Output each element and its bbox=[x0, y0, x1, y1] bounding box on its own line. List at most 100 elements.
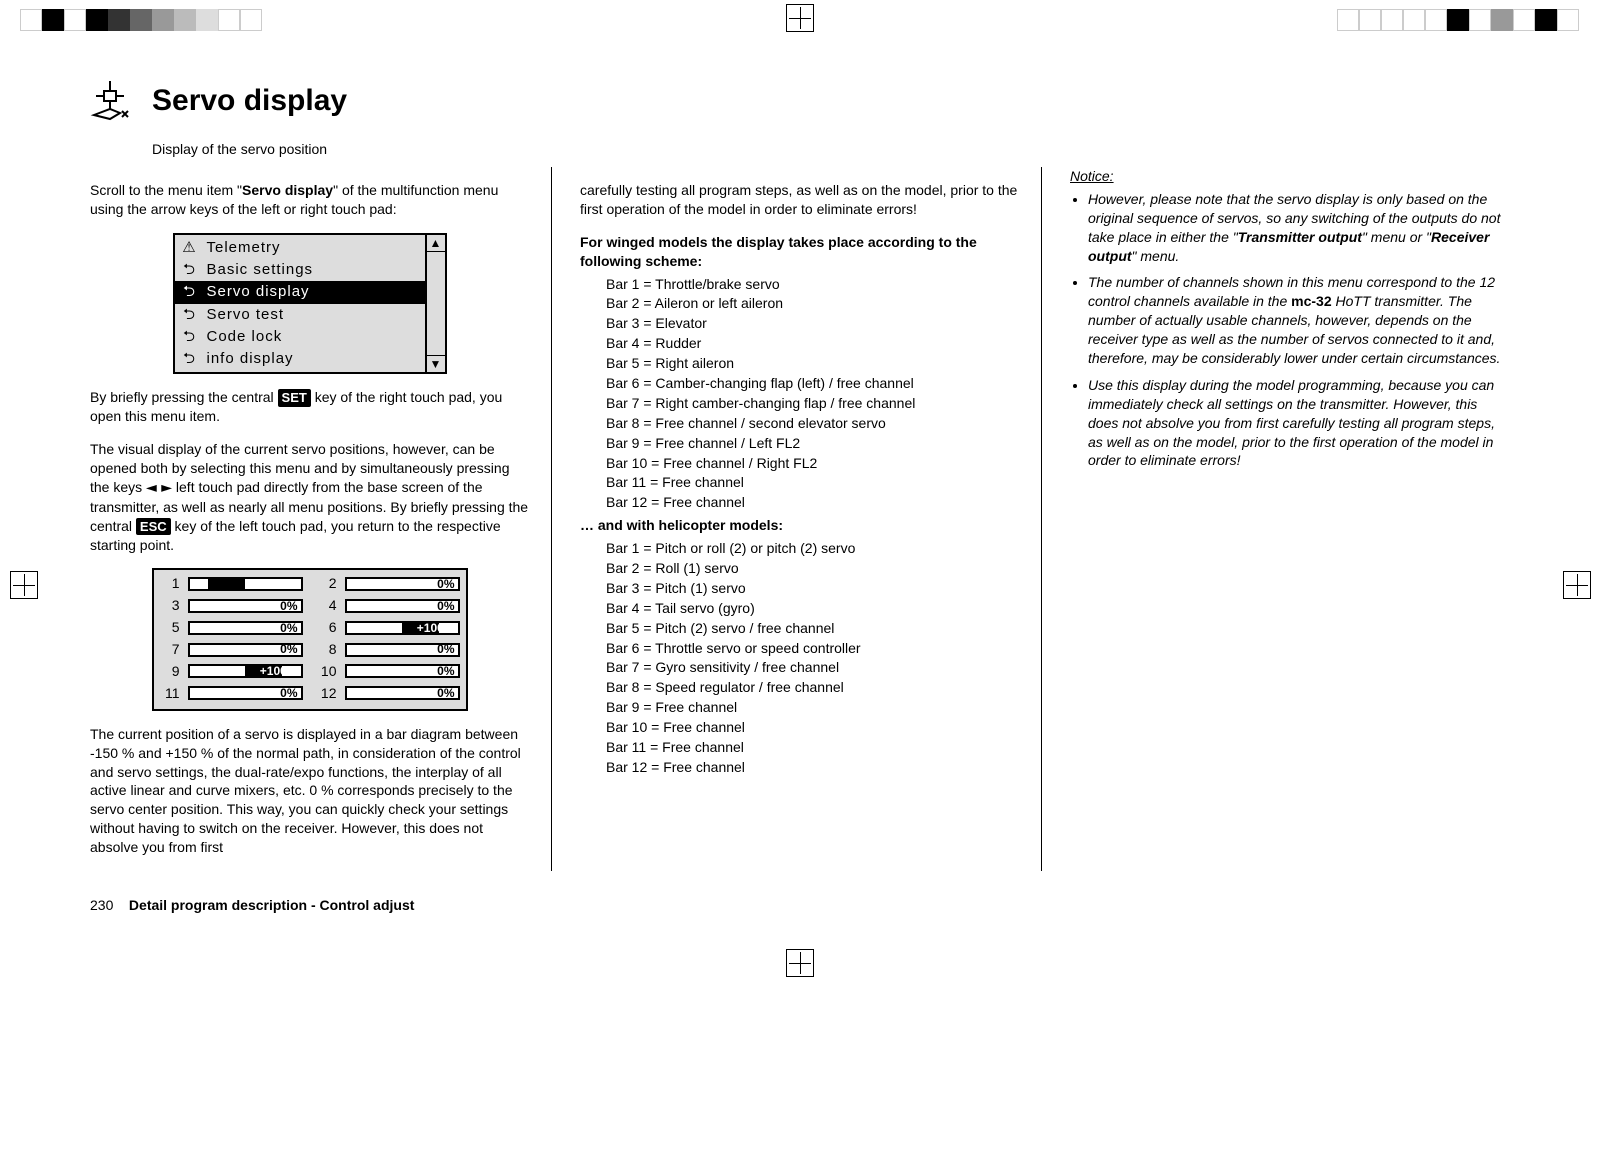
arrow-keys-icon: ◄ ► bbox=[146, 479, 172, 498]
servo-bar-value: 0% bbox=[280, 685, 297, 701]
menu-item-label: Basic settings bbox=[207, 260, 314, 280]
servo-bar: 0% bbox=[345, 686, 460, 700]
servo-bar-value: 0% bbox=[437, 663, 454, 679]
menu-item-icon: ⮌ bbox=[181, 349, 199, 369]
list-item: Bar 4 = Rudder bbox=[606, 334, 1019, 353]
list-item: Bar 7 = Gyro sensitivity / free channel bbox=[606, 658, 1019, 677]
scroll-down-icon: ▼ bbox=[427, 355, 445, 372]
footer-label: Detail program description - Control adj… bbox=[129, 897, 414, 913]
set-key-icon: SET bbox=[278, 389, 311, 407]
servo-bar-number: 4 bbox=[311, 596, 337, 615]
winged-heading: For winged models the display takes plac… bbox=[580, 233, 1019, 271]
paragraph-1: By briefly pressing the central SET key … bbox=[90, 388, 529, 426]
menu-item-label: Telemetry bbox=[207, 238, 281, 258]
servo-bar-number: 5 bbox=[160, 618, 180, 637]
servo-bar-number: 6 bbox=[311, 618, 337, 637]
list-item: Bar 11 = Free channel bbox=[606, 473, 1019, 492]
servo-bar-number: 3 bbox=[160, 596, 180, 615]
page-title: Servo display bbox=[152, 84, 347, 118]
page-content: Servo display Display of the servo posit… bbox=[0, 39, 1599, 943]
menu-item: ⮌ Basic settings bbox=[175, 259, 425, 281]
list-item: Bar 6 = Throttle servo or speed controll… bbox=[606, 639, 1019, 658]
list-item: Bar 8 = Free channel / second elevator s… bbox=[606, 414, 1019, 433]
menu-item-icon: ⮌ bbox=[181, 260, 199, 280]
list-item: Bar 2 = Aileron or left aileron bbox=[606, 294, 1019, 313]
heli-list: Bar 1 = Pitch or roll (2) or pitch (2) s… bbox=[580, 539, 1019, 777]
notice-bullet-1: However, please note that the servo disp… bbox=[1088, 190, 1509, 266]
servo-bar: 0% bbox=[188, 643, 303, 657]
servo-bar-number: 8 bbox=[311, 640, 337, 659]
list-item: Bar 12 = Free channel bbox=[606, 758, 1019, 777]
servo-display-figure: 1–100%20%30%40%50%6+100%70%80%9+100%100%… bbox=[152, 568, 468, 710]
servo-bar: +100% bbox=[345, 621, 460, 635]
servo-bar-value: 0% bbox=[437, 576, 454, 592]
crosshair-icon bbox=[786, 4, 814, 32]
column-3: Notice: However, please note that the se… bbox=[1070, 167, 1509, 470]
menu-item: ⚠ Telemetry bbox=[175, 237, 425, 259]
servo-bar: 0% bbox=[188, 599, 303, 613]
paragraph-3: The current position of a servo is displ… bbox=[90, 725, 529, 857]
list-item: Bar 5 = Right aileron bbox=[606, 354, 1019, 373]
menu-item-label: Code lock bbox=[207, 327, 283, 347]
crosshair-icon bbox=[10, 571, 38, 599]
paragraph-2: The visual display of the current servo … bbox=[90, 440, 529, 554]
servo-bar-value: 0% bbox=[437, 598, 454, 614]
servo-bar: +100% bbox=[188, 664, 303, 678]
heli-heading: … and with helicopter models: bbox=[580, 516, 1019, 535]
menu-item: ⮌Servo test bbox=[175, 304, 425, 326]
menu-item: ⮌ info display bbox=[175, 348, 425, 370]
page-footer: 230 Detail program description - Control… bbox=[90, 897, 1509, 913]
servo-bar-value: 0% bbox=[437, 685, 454, 701]
page-number: 230 bbox=[90, 897, 113, 913]
servo-bar-number: 2 bbox=[311, 574, 337, 593]
list-item: Bar 5 = Pitch (2) servo / free channel bbox=[606, 619, 1019, 638]
list-item: Bar 12 = Free channel bbox=[606, 493, 1019, 512]
menu-item-label: Servo display bbox=[207, 282, 310, 302]
list-item: Bar 3 = Pitch (1) servo bbox=[606, 579, 1019, 598]
list-item: Bar 10 = Free channel bbox=[606, 718, 1019, 737]
scroll-up-icon: ▲ bbox=[427, 235, 445, 252]
servo-bar-value: 0% bbox=[280, 641, 297, 657]
menu-item: ⮌ Code lock bbox=[175, 326, 425, 348]
crosshair-icon bbox=[786, 949, 814, 977]
list-item: Bar 1 = Throttle/brake servo bbox=[606, 275, 1019, 294]
servo-bar-value: 0% bbox=[280, 598, 297, 614]
menu-scrollbar: ▲ ▼ bbox=[425, 235, 445, 373]
servo-bar-number: 1 bbox=[160, 574, 180, 593]
servo-bar-number: 9 bbox=[160, 662, 180, 681]
servo-bar-value: +100% bbox=[417, 620, 455, 636]
servo-bar: 0% bbox=[345, 599, 460, 613]
menu-item-icon: ⮌ bbox=[181, 282, 199, 302]
servo-bar-value: 0% bbox=[437, 641, 454, 657]
column-2: carefully testing all program steps, as … bbox=[580, 181, 1019, 777]
color-bar-left bbox=[20, 9, 262, 31]
servo-bar: 0% bbox=[345, 577, 460, 591]
notice-bullet-2: The number of channels shown in this men… bbox=[1088, 273, 1509, 367]
servo-bar: 0% bbox=[345, 664, 460, 678]
list-item: Bar 9 = Free channel bbox=[606, 698, 1019, 717]
notice-bullets: However, please note that the servo disp… bbox=[1070, 190, 1509, 470]
list-item: Bar 11 = Free channel bbox=[606, 738, 1019, 757]
list-item: Bar 7 = Right camber-changing flap / fre… bbox=[606, 394, 1019, 413]
list-item: Bar 9 = Free channel / Left FL2 bbox=[606, 434, 1019, 453]
menu-item-label: info display bbox=[207, 349, 294, 369]
column-1: Scroll to the menu item "Servo display" … bbox=[90, 181, 529, 857]
intro-text: Scroll to the menu item "Servo display" … bbox=[90, 181, 529, 219]
servo-bar-value: +100% bbox=[260, 663, 298, 679]
menu-item-icon: ⮌ bbox=[181, 327, 199, 347]
servo-bar: 0% bbox=[188, 686, 303, 700]
registration-marks-top bbox=[0, 0, 1599, 39]
list-item: Bar 4 = Tail servo (gyro) bbox=[606, 599, 1019, 618]
esc-key-icon: ESC bbox=[136, 518, 171, 536]
menu-item: ⮌ Servo display bbox=[175, 281, 425, 303]
crosshair-icon bbox=[1563, 571, 1591, 599]
notice-heading: Notice: bbox=[1070, 167, 1509, 186]
menu-item-icon: ⮌ bbox=[181, 305, 199, 325]
menu-figure: ⚠Telemetry⮌Basic settings⮌Servo display⮌… bbox=[173, 233, 447, 375]
menu-item-icon: ⚠ bbox=[181, 238, 199, 258]
servo-bar-value: 0% bbox=[280, 620, 297, 636]
servo-icon bbox=[90, 79, 130, 123]
servo-bar: 0% bbox=[345, 643, 460, 657]
color-bar-right bbox=[1337, 9, 1579, 31]
servo-bar-number: 12 bbox=[311, 684, 337, 703]
